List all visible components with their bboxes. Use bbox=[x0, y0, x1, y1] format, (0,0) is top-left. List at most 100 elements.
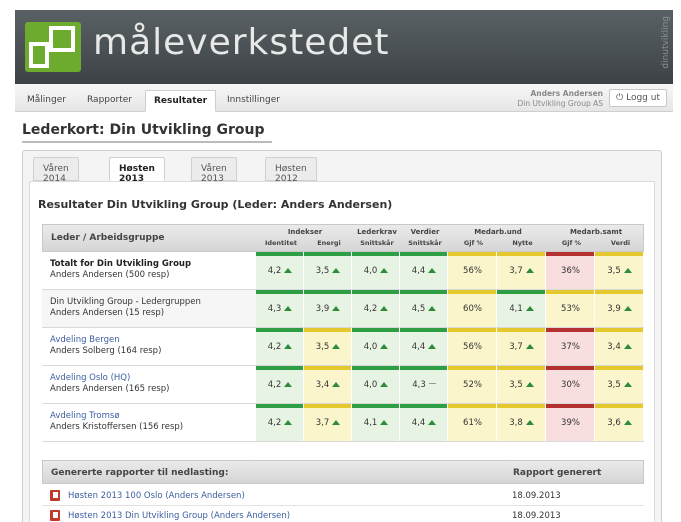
score-bar bbox=[497, 252, 546, 256]
trend-up-icon bbox=[623, 344, 632, 349]
row-group-name[interactable]: Avdeling Tromsø bbox=[50, 411, 250, 422]
user-info: Anders Andersen Din Utvikling Group AS bbox=[518, 89, 603, 109]
row-label: Avdeling Tromsø Anders Kristoffersen (156… bbox=[50, 411, 250, 433]
results-content: Resultater Din Utvikling Group (Leder: A… bbox=[29, 181, 655, 522]
trend-up-icon bbox=[623, 268, 632, 273]
trend-up-icon bbox=[525, 344, 534, 349]
score-bar bbox=[256, 404, 304, 408]
row-group-name[interactable]: Avdeling Oslo (HQ) bbox=[50, 373, 250, 384]
trend-up-icon bbox=[284, 268, 293, 273]
score-bar bbox=[448, 404, 497, 408]
score-bar bbox=[448, 290, 497, 294]
score-bar bbox=[400, 328, 448, 332]
score-cell: 4,4 bbox=[400, 404, 448, 441]
score-value: 3,5 bbox=[509, 380, 523, 390]
row-leader: Anders Andersen (500 resp) bbox=[50, 270, 170, 280]
tab-innstillinger[interactable]: Innstillinger bbox=[219, 90, 288, 112]
score-cell: 3,5 bbox=[595, 366, 644, 403]
score-cell: 3,5 bbox=[497, 366, 546, 403]
score-bar bbox=[352, 404, 400, 408]
group-medarb-samt: Medarb.samt bbox=[569, 228, 623, 236]
score-value: 4,1 bbox=[363, 418, 378, 428]
score-bar bbox=[304, 366, 352, 370]
score-cell: 60% bbox=[448, 290, 497, 327]
download-row: Høsten 2013 100 Oslo (Anders Andersen) 1… bbox=[42, 486, 644, 506]
score-value: 4,2 bbox=[267, 418, 282, 428]
score-cell: 4,3 bbox=[400, 366, 448, 403]
score-value: 60% bbox=[463, 304, 482, 314]
row-leader: Anders Andersen (165 resp) bbox=[50, 384, 170, 394]
score-cell: 4,2 bbox=[256, 366, 304, 403]
tab-resultater[interactable]: Resultater bbox=[145, 90, 217, 112]
table-row[interactable]: Avdeling Oslo (HQ) Anders Andersen (165 r… bbox=[42, 366, 644, 404]
table-row[interactable]: Totalt for Din Utvikling Group Anders And… bbox=[42, 252, 644, 290]
row-group-name[interactable]: Avdeling Bergen bbox=[50, 335, 250, 346]
subheader-identitet: Identitet bbox=[264, 239, 298, 247]
trend-up-icon bbox=[380, 420, 389, 425]
table-row[interactable]: Avdeling Bergen Anders Solberg (164 resp)… bbox=[42, 328, 644, 366]
download-link[interactable]: Høsten 2013 100 Oslo (Anders Andersen) bbox=[68, 491, 245, 501]
score-cell: 4,0 bbox=[352, 366, 400, 403]
score-value: 4,2 bbox=[267, 342, 282, 352]
score-value: 37% bbox=[561, 342, 580, 352]
table-row[interactable]: Avdeling Tromsø Anders Kristoffersen (156… bbox=[42, 404, 644, 442]
score-value: 36% bbox=[561, 266, 580, 276]
score-cell: 56% bbox=[448, 328, 497, 365]
user-name: Anders Andersen bbox=[530, 89, 603, 98]
score-bar bbox=[256, 290, 304, 294]
subheader-verdi: Verdi bbox=[610, 239, 631, 247]
score-cell: 4,2 bbox=[256, 252, 304, 289]
download-date: 18.09.2013 bbox=[512, 491, 561, 501]
score-value: 4,0 bbox=[363, 342, 378, 352]
score-cell: 3,4 bbox=[304, 366, 352, 403]
tab-malinger[interactable]: Målinger bbox=[19, 90, 74, 112]
score-bar bbox=[352, 290, 400, 294]
logout-button[interactable]: ⏻ Logg ut bbox=[609, 89, 667, 107]
tab-season-var2014[interactable]: Våren 2014 bbox=[33, 157, 79, 184]
cell-separator bbox=[643, 404, 644, 441]
score-cell: 4,2 bbox=[256, 328, 304, 365]
tab-season-host2012[interactable]: Høsten 2012 bbox=[265, 157, 317, 184]
score-value: 4,4 bbox=[411, 418, 426, 428]
trend-up-icon bbox=[428, 268, 437, 273]
row-label: Avdeling Oslo (HQ) Anders Andersen (165 r… bbox=[50, 373, 250, 395]
row-leader: Anders Kristoffersen (156 resp) bbox=[50, 422, 184, 432]
trend-up-icon bbox=[284, 420, 293, 425]
download-link[interactable]: Høsten 2013 Din Utvikling Group (Anders … bbox=[68, 511, 290, 521]
tab-rapporter[interactable]: Rapporter bbox=[79, 90, 140, 112]
trend-up-icon bbox=[525, 306, 534, 311]
score-bar bbox=[304, 404, 352, 408]
cell-separator bbox=[643, 252, 644, 289]
score-bar bbox=[304, 328, 352, 332]
score-value: 3,9 bbox=[607, 304, 621, 314]
score-value: 39% bbox=[561, 418, 580, 428]
trend-up-icon bbox=[525, 382, 534, 387]
downloads-section: Genererte rapporter til nedlasting: Rapp… bbox=[42, 460, 644, 522]
score-bar bbox=[546, 404, 595, 408]
score-value: 52% bbox=[463, 380, 482, 390]
score-bar bbox=[497, 366, 546, 370]
score-bar bbox=[352, 252, 400, 256]
trend-up-icon bbox=[380, 344, 389, 349]
user-org: Din Utvikling Group AS bbox=[517, 99, 603, 108]
table-header: Leder / Arbeidsgruppe Indekser Lederkrav… bbox=[42, 224, 644, 252]
trend-up-icon bbox=[284, 344, 293, 349]
trend-up-icon bbox=[284, 306, 293, 311]
score-value: 4,3 bbox=[412, 380, 426, 390]
score-bar bbox=[546, 252, 595, 256]
page-title: Lederkort: Din Utvikling Group bbox=[22, 122, 265, 138]
score-cell: 3,5 bbox=[304, 328, 352, 365]
header-leder: Leder / Arbeidsgruppe bbox=[51, 233, 165, 243]
tab-season-var2013[interactable]: Våren 2013 bbox=[191, 157, 237, 184]
subheader-energi: Energi bbox=[317, 239, 341, 247]
score-cell: 4,0 bbox=[352, 252, 400, 289]
table-row[interactable]: Din Utvikling Group - Ledergruppen Anders… bbox=[42, 290, 644, 328]
score-cell: 52% bbox=[448, 366, 497, 403]
subheader-gjf-samt: Gjf % bbox=[561, 239, 582, 247]
score-value: 30% bbox=[561, 380, 580, 390]
tab-season-host2013[interactable]: Høsten 2013 bbox=[109, 157, 165, 184]
score-cell: 3,7 bbox=[304, 404, 352, 441]
main-nav: Målinger Rapporter Resultater Innstillin… bbox=[15, 84, 673, 112]
score-bar bbox=[448, 252, 497, 256]
score-value: 3,5 bbox=[607, 380, 621, 390]
